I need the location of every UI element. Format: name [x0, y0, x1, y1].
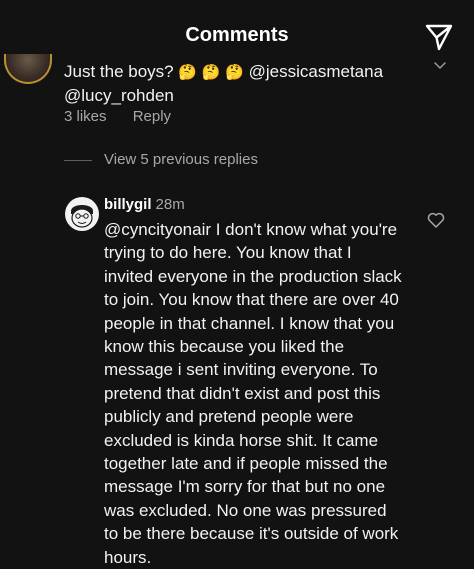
comment-meta: 3 likes Reply	[64, 108, 193, 125]
thinking-emoji: 🤔	[178, 63, 198, 81]
reply-text: @cyncityonair I don't know what you're t…	[104, 220, 402, 567]
reply-button[interactable]: Reply	[133, 108, 171, 125]
timestamp: 28m	[155, 196, 185, 213]
avatar[interactable]	[65, 197, 99, 231]
heart-icon[interactable]	[427, 212, 445, 228]
mention-link[interactable]: @lucy_rohden	[64, 86, 174, 105]
thinking-emoji: 🤔	[201, 63, 221, 81]
view-replies-button[interactable]: View 5 previous replies	[64, 151, 258, 168]
thinking-emoji: 🤔	[225, 63, 244, 81]
likes-count[interactable]: 3 likes	[64, 108, 107, 125]
reply-header: billygil 28m	[104, 196, 185, 213]
mention-link[interactable]: @jessicasmetana	[249, 62, 383, 81]
cartoon-face-icon	[71, 205, 93, 228]
username[interactable]: billygil	[104, 196, 152, 213]
heart-icon[interactable]	[434, 60, 446, 70]
page-title: Comments	[185, 24, 289, 46]
comment-body: Just the boys?	[64, 62, 179, 81]
paper-plane-icon[interactable]	[424, 22, 454, 52]
avatar[interactable]	[4, 54, 52, 84]
comment-text: Just the boys? 🤔 🤔 🤔 @jessicasmetana @lu…	[64, 60, 424, 108]
